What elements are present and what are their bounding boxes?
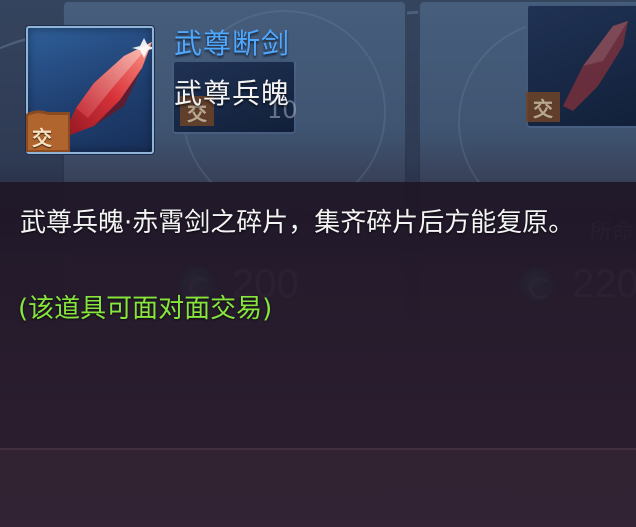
trade-note: (该道具可面对面交易): [18, 294, 273, 324]
game-screen: 交 10 交 所命 200 220: [0, 0, 636, 527]
item-type: 武尊兵魄: [174, 77, 291, 110]
trade-badge-icon: 交: [26, 108, 70, 152]
tooltip-footer: [0, 450, 636, 527]
trade-badge-label: 交: [32, 126, 52, 150]
item-name: 武尊断剑: [174, 27, 291, 60]
item-description: 武尊兵魄·赤霄剑之碎片，集齐碎片后方能复原。: [20, 208, 575, 238]
